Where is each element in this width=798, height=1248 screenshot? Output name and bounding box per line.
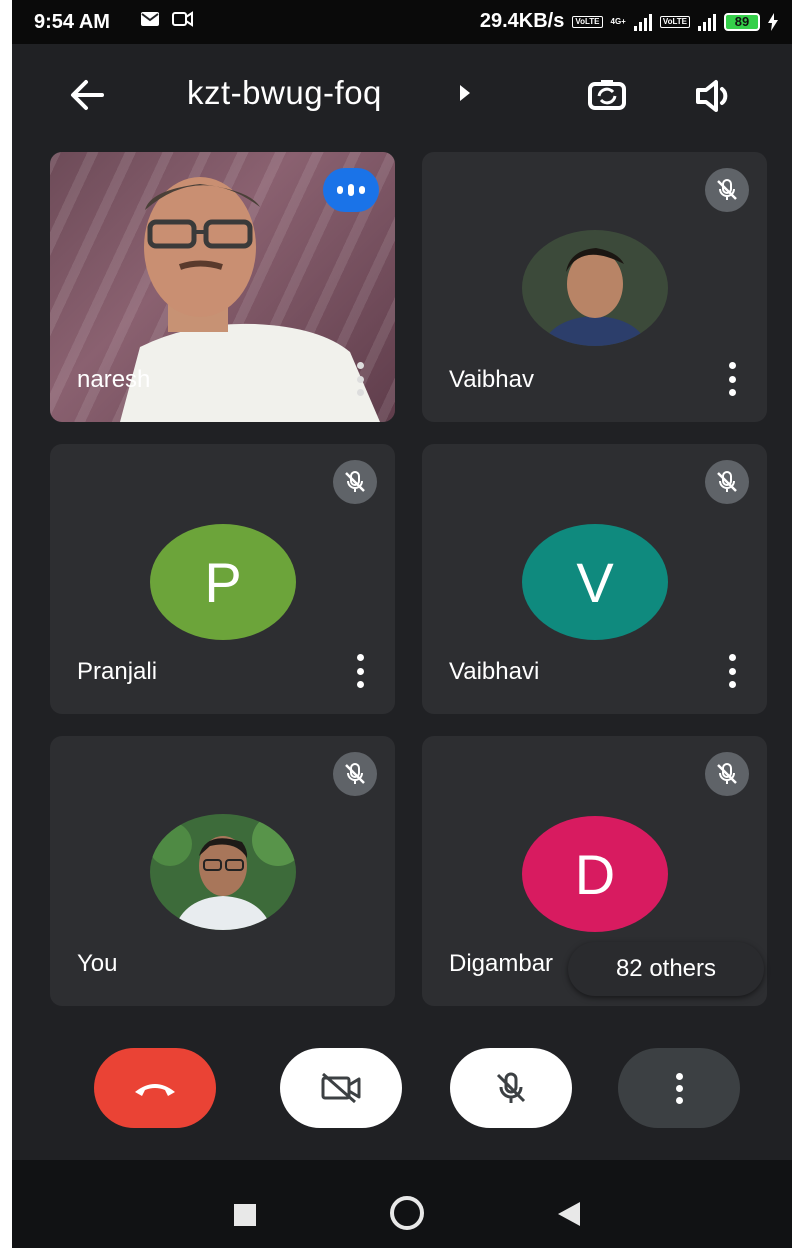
others-chip[interactable]: 82 others [568,942,764,996]
more-vert-icon [675,1072,683,1104]
speaker-icon [696,80,728,112]
participant-name: You [77,950,118,977]
profile-photo [522,230,668,346]
volte-icon-2: VoLTE [659,15,690,28]
battery-icon: 89 [724,12,760,31]
avatar [150,814,296,930]
participant-name: Vaibhavi [449,658,540,685]
muted-badge [705,752,749,796]
home-icon[interactable] [390,1196,424,1230]
volte-icon: VoLTE [572,15,603,28]
status-time: 9:54 AM [34,11,110,33]
speaking-indicator [323,168,379,212]
signal-icon [633,13,652,31]
participant-more-button[interactable] [355,654,365,688]
back-button[interactable] [62,70,112,120]
profile-photo [150,814,296,930]
camera-toggle-button[interactable] [280,1048,402,1128]
mic-off-icon [345,763,365,784]
participant-name: Pranjali [77,658,158,685]
participant-more-button[interactable] [727,362,737,396]
meet-call-screen: 9:54 AM 29.4KB/s VoLTE 4G+ VoLTE 89 kzt-… [12,0,792,1248]
mic-off-icon [717,179,737,200]
participant-name: Vaibhav [449,366,534,393]
network-speed: 29.4KB/s [479,10,565,32]
end-call-button[interactable] [94,1048,216,1128]
recents-icon[interactable] [234,1204,256,1226]
more-options-button[interactable] [618,1048,740,1128]
meeting-code[interactable]: kzt-bwug-foq [187,74,382,112]
participant-name: Digambar [449,950,554,977]
video-call-icon [172,11,193,27]
switch-camera-icon [588,80,626,110]
back-nav-icon[interactable] [558,1202,580,1226]
switch-camera-button[interactable] [582,70,632,120]
participant-more-button[interactable] [355,362,365,396]
signal-icon-2 [698,13,716,31]
participant-tile-you[interactable]: You [50,736,395,1006]
avatar: V [522,524,668,640]
status-bar: 9:54 AM 29.4KB/s VoLTE 4G+ VoLTE 89 [12,0,792,44]
muted-badge [705,168,749,212]
gmail-icon [141,12,159,26]
avatar: P [150,524,296,640]
call-header: kzt-bwug-foq [12,44,792,144]
avatar [522,230,668,346]
participant-tile-pranjali[interactable]: P Pranjali [50,444,395,714]
camera-off-icon [321,1072,361,1104]
participant-tile-vaibhavi[interactable]: V Vaibhavi [422,444,767,714]
audio-output-button[interactable] [690,72,738,120]
muted-badge [333,752,377,796]
muted-badge [333,460,377,504]
participant-tile-naresh[interactable]: naresh [50,152,395,422]
mic-off-icon [345,471,365,492]
mic-off-icon [717,763,737,784]
charging-icon [768,12,778,31]
arrow-back-icon [71,80,104,110]
participant-name: naresh [77,366,151,393]
network-type: 4G+ [610,16,626,26]
system-nav-bar [12,1160,792,1248]
hangup-icon [135,1084,175,1096]
status-right: 29.4KB/s VoLTE 4G+ VoLTE 89 [480,10,778,33]
mic-toggle-button[interactable] [450,1048,572,1128]
mic-off-icon [717,471,737,492]
caret-right-icon[interactable] [458,84,472,102]
notification-icons [140,11,194,27]
mic-off-icon [496,1072,526,1103]
participant-more-button[interactable] [727,654,737,688]
muted-badge [705,460,749,504]
avatar: D [522,816,668,932]
participant-tile-vaibhav[interactable]: Vaibhav [422,152,767,422]
